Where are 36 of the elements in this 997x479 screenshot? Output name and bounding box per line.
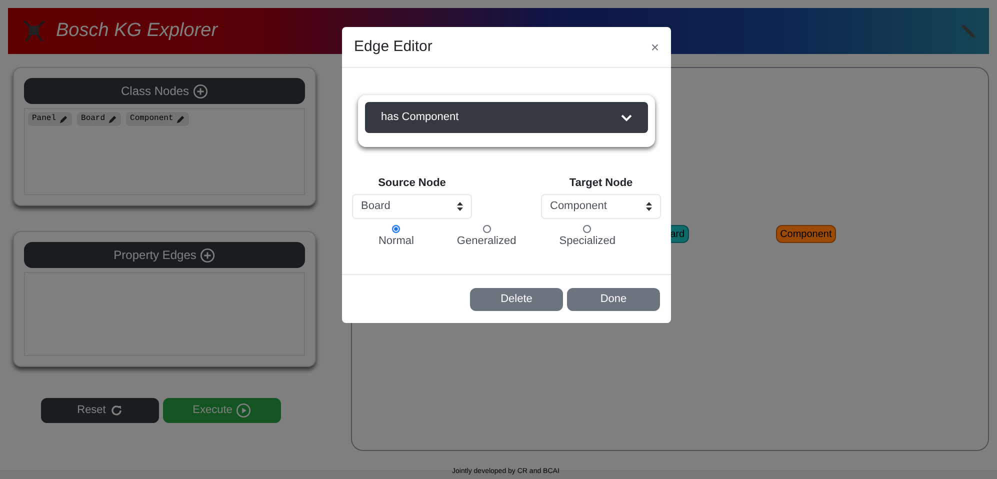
chip-label: Board: [81, 113, 106, 125]
sort-icon: [646, 202, 652, 210]
edge-type-select[interactable]: has Component: [365, 102, 648, 133]
node-label: Source Node: [378, 176, 446, 191]
radio-icon[interactable]: [392, 224, 400, 232]
close-button[interactable]: ×: [650, 36, 659, 58]
pencil-icon[interactable]: [108, 114, 118, 124]
sort-icon: [457, 202, 463, 210]
edge-kind-radio[interactable]: Normal: [378, 224, 414, 249]
node-label: Target Node: [569, 176, 633, 191]
chip-label: Panel: [32, 113, 56, 125]
edge-kind-radio[interactable]: Generalized: [456, 224, 516, 249]
chevron-down-icon: [621, 114, 632, 122]
node-select[interactable]: Component: [541, 194, 661, 218]
radio-icon[interactable]: [583, 224, 592, 232]
node-select[interactable]: Board: [352, 194, 472, 218]
plus-circle-icon[interactable]: [200, 248, 216, 262]
plus-circle-icon[interactable]: [193, 84, 208, 98]
radio-icon[interactable]: [482, 224, 491, 232]
refresh-icon: [110, 404, 123, 417]
delete-button[interactable]: Delete: [470, 288, 563, 310]
chip-label: Component: [130, 113, 174, 125]
class-node-chip[interactable]: Panel: [28, 112, 72, 126]
class-node-chip[interactable]: Component: [126, 112, 190, 126]
graph-node[interactable]: Component: [776, 225, 836, 243]
done-button[interactable]: Done: [567, 288, 660, 310]
app-title: Bosch KG Explorer: [56, 18, 218, 43]
play-circle-icon: [236, 403, 252, 418]
pencil-icon[interactable]: [59, 114, 68, 124]
panel-title: Class Nodes: [121, 83, 190, 100]
edge-kind-radio[interactable]: Specialized: [559, 224, 616, 249]
pencil-icon[interactable]: [176, 114, 186, 124]
dialog-title: Edge Editor: [354, 36, 432, 57]
reset-button[interactable]: Reset: [41, 398, 159, 423]
panel-title: Property Edges: [114, 247, 196, 264]
class-node-chip[interactable]: Board: [77, 112, 122, 126]
